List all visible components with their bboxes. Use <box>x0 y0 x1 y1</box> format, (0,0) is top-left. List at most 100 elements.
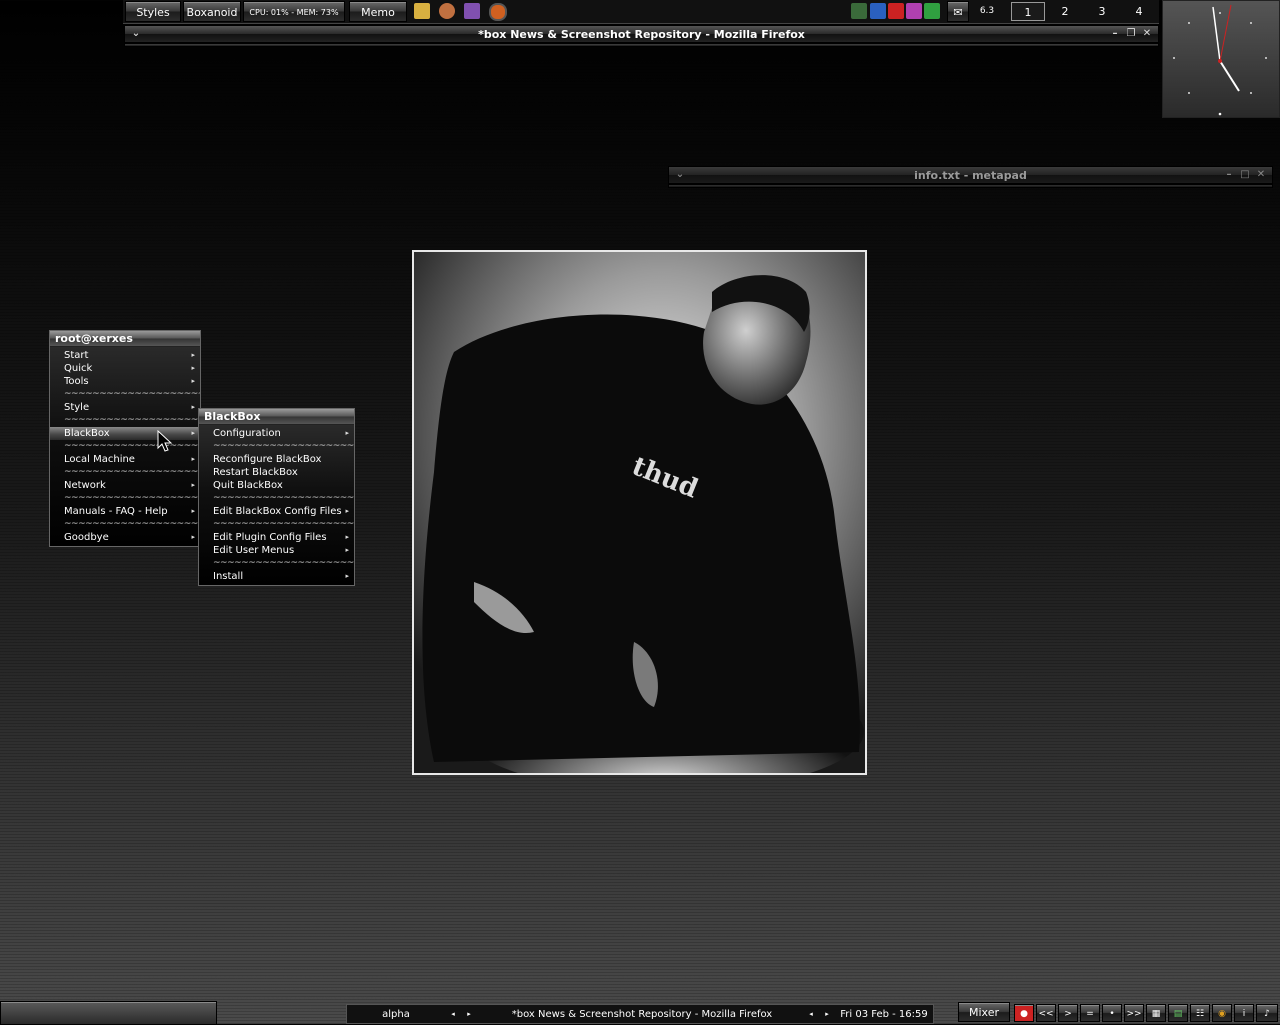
separator-label: ~~~~~~~~~~~~~~~~~~~~~~~~ <box>213 558 354 568</box>
slit-panel <box>0 1001 217 1025</box>
shade-icon[interactable]: ⌄ <box>129 26 143 42</box>
tray-network-icon[interactable] <box>851 3 867 19</box>
blackbox-menu-separator: ~~~~~~~~~~~~~~~~~~~~~~~~ <box>199 518 354 531</box>
submenu-arrow-icon: ▸ <box>345 533 349 541</box>
menu-item-label: Tools <box>64 376 89 387</box>
pause-button[interactable]: = <box>1080 1004 1100 1022</box>
root-menu-separator: ~~~~~~~~~~~~~~~~~~~~~~~~ <box>50 414 200 427</box>
blackbox-menu-item-configuration[interactable]: Configuration ▸ <box>199 427 354 440</box>
menu-item-label: Configuration <box>213 428 281 439</box>
disc-icon[interactable]: ◉ <box>1212 1004 1232 1022</box>
clock-face <box>1173 4 1267 116</box>
blackbox-menu-item-edit-user-menus[interactable]: Edit User Menus ▸ <box>199 544 354 557</box>
root-menu-item-goodbye[interactable]: Goodbye ▸ <box>50 531 200 544</box>
firefox-window-titlebar[interactable]: ⌄ *box News & Screenshot Repository - Mo… <box>124 25 1159 43</box>
shade-icon[interactable]: ⌄ <box>673 167 687 183</box>
blackbox-submenu: BlackBox Configuration ▸ ~~~~~~~~~~~~~~~~~… <box>198 408 355 586</box>
menu-item-label: Reconfigure BlackBox <box>213 454 322 465</box>
menu-item-label: Manuals - FAQ - Help <box>64 506 168 517</box>
menu-item-label: Quit BlackBox <box>213 480 283 491</box>
root-menu-item-manuals-faq-help[interactable]: Manuals - FAQ - Help ▸ <box>50 505 200 518</box>
play-button[interactable]: > <box>1058 1004 1078 1022</box>
folder-icon[interactable] <box>414 3 430 19</box>
info-icon[interactable]: i <box>1234 1004 1254 1022</box>
separator-label: ~~~~~~~~~~~~~~~~~~~~~~~~ <box>213 519 354 529</box>
close-icon[interactable]: ✕ <box>1254 167 1268 183</box>
metapad-window-handle[interactable] <box>668 184 1273 188</box>
workspace-name[interactable]: alpha <box>351 1006 441 1023</box>
submenu-arrow-icon: ▸ <box>345 546 349 554</box>
blackbox-menu-separator: ~~~~~~~~~~~~~~~~~~~~~~~~ <box>199 492 354 505</box>
separator-label: ~~~~~~~~~~~~~~~~~~~~~~~~ <box>64 493 200 503</box>
blackbox-submenu-items: Configuration ▸ ~~~~~~~~~~~~~~~~~~~~~~~~ Re… <box>199 425 354 585</box>
playlist-icon[interactable]: ▤ <box>1168 1004 1188 1022</box>
close-icon[interactable]: ✕ <box>1140 26 1154 42</box>
root-menu-item-start[interactable]: Start ▸ <box>50 349 200 362</box>
blackbox-menu-item-reconfigure-blackbox[interactable]: Reconfigure BlackBox <box>199 453 354 466</box>
tray-volume-icon[interactable] <box>870 3 886 19</box>
workspace-2-button[interactable]: 2 <box>1048 2 1082 21</box>
wallpaper-photo: thud <box>412 250 867 775</box>
firefox-icon[interactable] <box>489 3 507 21</box>
root-menu-item-blackbox[interactable]: BlackBox ▸ <box>50 427 200 440</box>
root-menu-item-quick[interactable]: Quick ▸ <box>50 362 200 375</box>
submenu-arrow-icon: ▸ <box>345 429 349 437</box>
workspace-1-button[interactable]: 1 <box>1011 2 1045 21</box>
temperature-readout: 6.3 <box>979 6 995 16</box>
equalizer-icon[interactable]: ☷ <box>1190 1004 1210 1022</box>
menu-item-label: Restart BlackBox <box>213 467 298 478</box>
root-menu-item-network[interactable]: Network ▸ <box>50 479 200 492</box>
next-window-icon[interactable]: ▸ <box>821 1006 833 1023</box>
record-icon[interactable]: ● <box>1014 1004 1034 1022</box>
metapad-window-titlebar[interactable]: ⌄ info.txt - metapad – □ ✕ <box>668 166 1273 184</box>
book-icon[interactable] <box>464 3 480 19</box>
analog-clock <box>1162 0 1280 118</box>
blackbox-menu-separator: ~~~~~~~~~~~~~~~~~~~~~~~~ <box>199 440 354 453</box>
blackbox-menu-item-restart-blackbox[interactable]: Restart BlackBox <box>199 466 354 479</box>
minimize-icon[interactable]: – <box>1222 167 1236 183</box>
mixer-button[interactable]: Mixer <box>958 1002 1010 1022</box>
submenu-arrow-icon: ▸ <box>191 507 195 515</box>
workspace-4-button[interactable]: 4 <box>1122 2 1156 21</box>
grid-icon[interactable]: ▦ <box>1146 1004 1166 1022</box>
top-toolbar: Styles Boxanoid CPU: 01% - MEM: 73% Memo… <box>123 0 1159 24</box>
blackbox-menu-item-edit-blackbox-config-files[interactable]: Edit BlackBox Config Files ▸ <box>199 505 354 518</box>
firefox-window-handle[interactable] <box>124 43 1159 47</box>
separator-label: ~~~~~~~~~~~~~~~~~~~~~~~~ <box>64 467 200 477</box>
root-menu-item-style[interactable]: Style ▸ <box>50 401 200 414</box>
memo-button[interactable]: Memo <box>349 1 407 22</box>
blackbox-menu-item-edit-plugin-config-files[interactable]: Edit Plugin Config Files ▸ <box>199 531 354 544</box>
boxanoid-button[interactable]: Boxanoid <box>183 1 241 22</box>
next-workspace-icon[interactable]: ▸ <box>463 1006 475 1023</box>
tray-antivirus-icon[interactable] <box>888 3 904 19</box>
maximize-icon[interactable]: □ <box>1238 167 1252 183</box>
stop-button[interactable]: • <box>1102 1004 1122 1022</box>
root-menu-item-tools[interactable]: Tools ▸ <box>50 375 200 388</box>
prev-workspace-icon[interactable]: ◂ <box>447 1006 459 1023</box>
submenu-arrow-icon: ▸ <box>191 364 195 372</box>
gimp-icon[interactable] <box>439 3 455 19</box>
separator-label: ~~~~~~~~~~~~~~~~~~~~~~~~ <box>213 493 354 503</box>
blackbox-menu-item-quit-blackbox[interactable]: Quit BlackBox <box>199 479 354 492</box>
submenu-arrow-icon: ▸ <box>191 377 195 385</box>
tray-messenger-icon[interactable] <box>906 3 922 19</box>
separator-label: ~~~~~~~~~~~~~~~~~~~~~~~~ <box>213 441 354 451</box>
minimize-icon[interactable]: – <box>1108 26 1122 42</box>
rewind-button[interactable]: << <box>1036 1004 1056 1022</box>
submenu-arrow-icon: ▸ <box>191 351 195 359</box>
taskbar-current-window[interactable]: *box News & Screenshot Repository - Mozi… <box>483 1006 801 1023</box>
clock-text: Fri 03 Feb - 16:59 <box>840 1009 928 1020</box>
tray-update-icon[interactable] <box>924 3 940 19</box>
root-menu-items: Start ▸ Quick ▸ Tools ▸ ~~~~~~~~~~~~~~~~~~~~~~… <box>50 347 200 546</box>
workspace-3-button[interactable]: 3 <box>1085 2 1119 21</box>
blackbox-menu-separator: ~~~~~~~~~~~~~~~~~~~~~~~~ <box>199 557 354 570</box>
blackbox-menu-item-install[interactable]: Install ▸ <box>199 570 354 583</box>
styles-button[interactable]: Styles <box>125 1 181 22</box>
mouse-cursor-icon <box>157 430 173 452</box>
maximize-icon[interactable]: ❐ <box>1124 26 1138 42</box>
forward-button[interactable]: >> <box>1124 1004 1144 1022</box>
music-note-icon[interactable]: ♪ <box>1256 1004 1278 1022</box>
mail-icon[interactable]: ✉ <box>947 1 969 22</box>
root-menu-item-local-machine[interactable]: Local Machine ▸ <box>50 453 200 466</box>
prev-window-icon[interactable]: ◂ <box>805 1006 817 1023</box>
